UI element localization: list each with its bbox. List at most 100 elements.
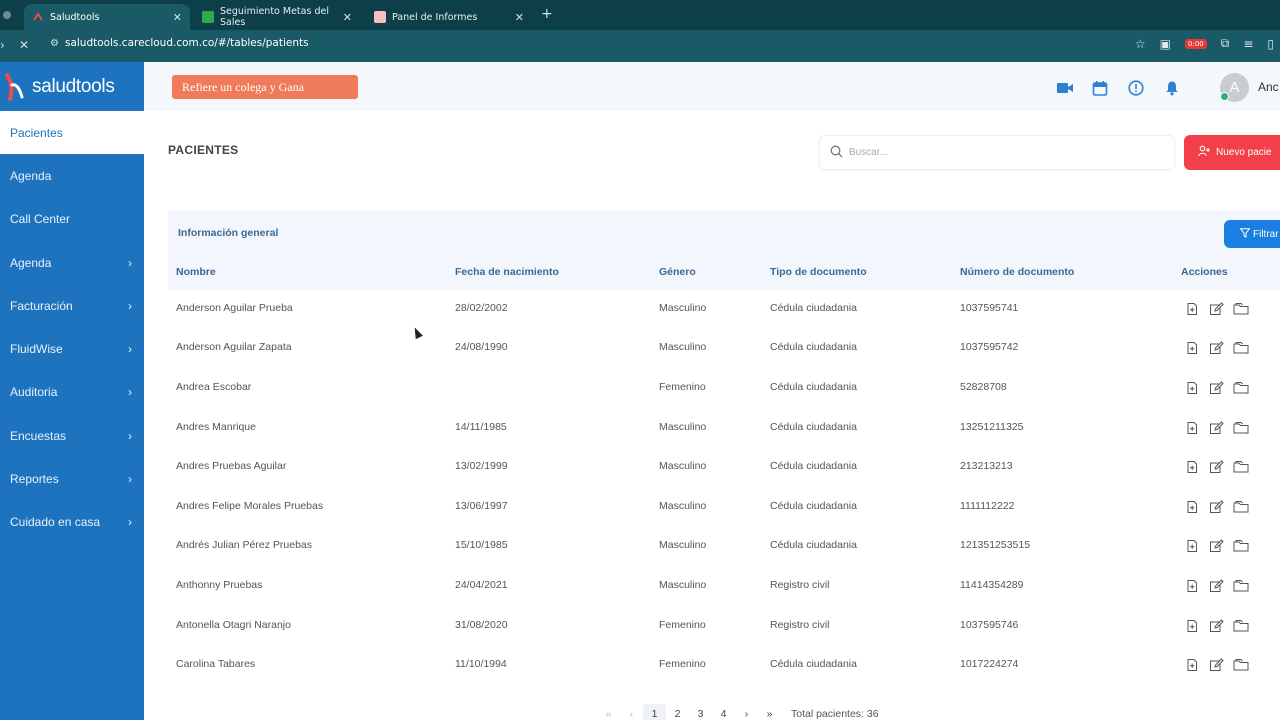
sidebar-item-auditoria[interactable]: Auditoria › <box>0 371 144 414</box>
table-row[interactable]: Antonella Otagri Naranjo 31/08/2020 Femeni… <box>168 605 1280 645</box>
cell-genero: Masculino <box>659 341 707 354</box>
view-document-icon[interactable] <box>1185 578 1199 592</box>
sidebar-item-agenda[interactable]: Agenda <box>0 154 144 197</box>
edit-icon[interactable] <box>1209 499 1224 513</box>
recording-badge[interactable]: 0:00 <box>1185 38 1207 49</box>
table-row[interactable]: Anderson Aguilar Prueba 28/02/2002 Masculi… <box>168 288 1280 328</box>
stop-loading-icon[interactable]: ✕ <box>19 38 29 52</box>
view-document-icon[interactable] <box>1185 538 1199 553</box>
calendar-icon[interactable] <box>1092 80 1108 96</box>
first-page-button[interactable]: « <box>597 704 620 720</box>
view-document-icon[interactable] <box>1185 459 1199 474</box>
sidepanel-icon[interactable]: ▯ <box>1267 37 1274 51</box>
table-row[interactable]: Carolina Tabares 11/10/1994 Femenino Cédula… <box>168 644 1280 684</box>
folder-icon[interactable] <box>1233 499 1249 513</box>
view-document-icon[interactable] <box>1185 499 1199 513</box>
sidebar-item-agenda-menu[interactable]: Agenda › <box>0 241 144 284</box>
table-card-header <box>168 210 1280 290</box>
app-logo[interactable]: saludtools <box>0 62 144 111</box>
folder-icon[interactable] <box>1233 618 1249 632</box>
cell-tipo-documento: Registro civil <box>770 618 830 631</box>
edit-icon[interactable] <box>1209 459 1224 474</box>
close-tab-icon[interactable]: ✕ <box>173 11 182 24</box>
sidebar-item-encuestas[interactable]: Encuestas › <box>0 414 144 457</box>
column-header-acciones: Acciones <box>1181 266 1228 278</box>
folder-icon[interactable] <box>1233 538 1249 552</box>
forward-icon[interactable]: › <box>0 38 5 52</box>
browser-tab-saludtools[interactable]: Saludtools ✕ <box>24 4 190 30</box>
table-row[interactable]: Anthonny Pruebas 24/04/2021 Masculino Regis… <box>168 565 1280 605</box>
folder-icon[interactable] <box>1233 301 1249 315</box>
media-icon[interactable]: ≡ <box>1243 37 1253 51</box>
view-document-icon[interactable] <box>1185 618 1199 632</box>
last-page-button[interactable]: » <box>758 704 781 720</box>
close-tab-icon[interactable]: ✕ <box>515 11 524 24</box>
view-document-icon[interactable] <box>1185 657 1199 672</box>
edit-icon[interactable] <box>1209 578 1224 592</box>
table-row[interactable]: Anderson Aguilar Zapata 24/08/1990 Masculi… <box>168 328 1280 368</box>
folder-icon[interactable] <box>1233 340 1249 354</box>
view-document-icon[interactable] <box>1185 340 1199 355</box>
column-header-tipo-documento[interactable]: Tipo de documento <box>770 266 867 278</box>
folder-icon[interactable] <box>1233 657 1249 671</box>
edit-icon[interactable] <box>1209 538 1224 553</box>
column-header-genero[interactable]: Género <box>659 266 696 278</box>
translate-icon[interactable]: ▣ <box>1160 37 1171 51</box>
edit-icon[interactable] <box>1209 618 1224 632</box>
view-document-icon[interactable] <box>1185 301 1199 315</box>
chevron-right-icon: › <box>128 472 132 487</box>
search-input[interactable] <box>849 147 1149 158</box>
new-tab-icon[interactable]: + <box>541 6 553 22</box>
sidebar-item-cuidado-en-casa[interactable]: Cuidado en casa › <box>0 501 144 544</box>
edit-icon[interactable] <box>1209 420 1224 434</box>
edit-icon[interactable] <box>1209 657 1224 672</box>
table-row[interactable]: Andrea Escobar Femenino Cédula ciudadania 5… <box>168 367 1280 407</box>
filter-button[interactable]: Filtrar <box>1224 220 1280 248</box>
search-box[interactable] <box>819 135 1175 170</box>
video-call-icon[interactable] <box>1056 80 1073 96</box>
cell-genero: Femenino <box>659 658 706 671</box>
extensions-icon[interactable]: ⧉ <box>1221 36 1230 51</box>
browser-tab-sheets[interactable]: Seguimiento Metas del Sales ✕ <box>194 4 360 30</box>
sidebar-item-fluidwise[interactable]: FluidWise › <box>0 327 144 370</box>
table-row[interactable]: Andres Manrique 14/11/1985 Masculino Cédula… <box>168 407 1280 447</box>
info-icon[interactable] <box>1128 80 1144 96</box>
view-document-icon[interactable] <box>1185 420 1199 434</box>
page-button-1[interactable]: 1 <box>643 704 666 720</box>
edit-icon[interactable] <box>1209 301 1224 315</box>
close-tab-icon[interactable]: ✕ <box>343 11 352 24</box>
prev-page-button[interactable]: ‹ <box>620 704 643 720</box>
folder-icon[interactable] <box>1233 459 1249 473</box>
table-row[interactable]: Andres Pruebas Aguilar 13/02/1999 Masculin… <box>168 446 1280 486</box>
sidebar-item-call-center[interactable]: Call Center <box>0 198 144 241</box>
page-button-3[interactable]: 3 <box>689 704 712 720</box>
url-field[interactable]: ⚙ saludtools.carecloud.com.co/#/tables/p… <box>50 37 309 49</box>
next-page-button[interactable]: › <box>735 704 758 720</box>
table-row[interactable]: Andres Felipe Morales Pruebas 13/06/1997 M… <box>168 486 1280 526</box>
column-header-fecha[interactable]: Fecha de nacimiento <box>455 266 559 278</box>
page-button-4[interactable]: 4 <box>712 704 735 720</box>
browser-tab-panel[interactable]: Panel de Informes ✕ <box>366 4 532 30</box>
sidebar-item-pacientes[interactable]: Pacientes <box>0 111 144 155</box>
user-name[interactable]: Anc <box>1258 80 1279 94</box>
folder-icon[interactable] <box>1233 420 1249 434</box>
window-control[interactable] <box>3 11 11 19</box>
folder-icon[interactable] <box>1233 380 1249 394</box>
page-button-2[interactable]: 2 <box>666 704 689 720</box>
bookmark-star-icon[interactable]: ☆ <box>1135 37 1146 51</box>
cell-tipo-documento: Cédula ciudadania <box>770 380 857 393</box>
online-status-indicator <box>1220 92 1229 101</box>
edit-icon[interactable] <box>1209 340 1224 355</box>
column-header-numero-documento[interactable]: Número de documento <box>960 266 1074 278</box>
refer-colleague-button[interactable]: Refiere un colega y Gana <box>172 75 358 99</box>
column-header-nombre[interactable]: Nombre <box>176 266 216 278</box>
view-document-icon[interactable] <box>1185 380 1199 394</box>
edit-icon[interactable] <box>1209 380 1224 394</box>
sidebar-item-facturacion[interactable]: Facturación › <box>0 284 144 327</box>
table-row[interactable]: Andrés Julian Pérez Pruebas 15/10/1985 Mas… <box>168 526 1280 566</box>
new-patient-button[interactable]: Nuevo pacie <box>1184 135 1280 170</box>
notifications-bell-icon[interactable] <box>1164 80 1180 96</box>
sidebar-item-reportes[interactable]: Reportes › <box>0 457 144 500</box>
site-settings-icon[interactable]: ⚙ <box>50 38 59 49</box>
folder-icon[interactable] <box>1233 578 1249 592</box>
